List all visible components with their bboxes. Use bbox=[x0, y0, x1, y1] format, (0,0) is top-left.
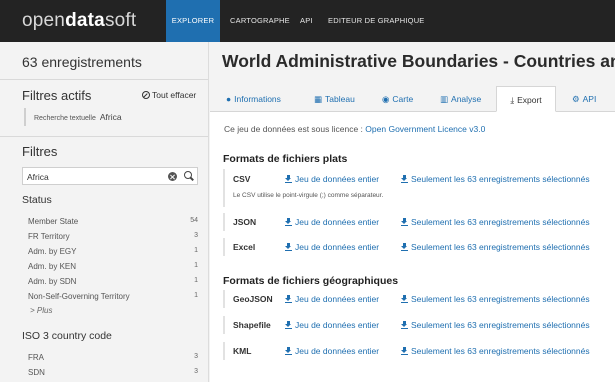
tab-informations[interactable]: ● Informations bbox=[226, 86, 281, 112]
divider bbox=[0, 79, 208, 80]
active-filters-title: Filtres actifs bbox=[22, 88, 92, 103]
download-icon: ⤓ bbox=[510, 95, 515, 105]
facet-item[interactable]: Adm. by EGY 1 bbox=[28, 247, 198, 259]
tab-bar: ● Informations ▦ Tableau ◉ Carte ▥ Analyse ⤓… bbox=[210, 86, 615, 112]
clear-search-icon[interactable] bbox=[168, 172, 177, 181]
page-title: World Administrative Boundaries - Countr… bbox=[222, 51, 615, 71]
brand-logo[interactable]: opendatasoft bbox=[22, 0, 136, 42]
download-icon bbox=[285, 243, 292, 251]
gears-icon: ⚙ bbox=[572, 94, 580, 104]
format-row-csv: CSV Jeu de données entier Seulement les … bbox=[223, 169, 615, 207]
format-label: Excel bbox=[233, 242, 256, 252]
info-icon: ● bbox=[226, 94, 232, 104]
tab-api[interactable]: ⚙ API bbox=[572, 86, 596, 112]
nav-api[interactable]: API bbox=[300, 0, 313, 42]
facet-title-iso3[interactable]: ISO 3 country code bbox=[22, 330, 112, 342]
tab-export[interactable]: ⤓ Export bbox=[496, 86, 556, 112]
full-dataset-link[interactable]: Jeu de données entier bbox=[285, 294, 379, 304]
selected-records-link[interactable]: Seulement les 63 enregistrements sélecti… bbox=[401, 294, 590, 304]
nav-explorer[interactable]: EXPLORER bbox=[166, 0, 220, 42]
facet-more-link[interactable]: > Plus bbox=[30, 306, 52, 315]
nav-editeur-graphique[interactable]: EDITEUR DE GRAPHIQUE bbox=[328, 0, 425, 42]
format-row-json: JSON Jeu de données entier Seulement les… bbox=[223, 213, 615, 231]
records-count: 63 enregistrements bbox=[22, 54, 142, 70]
filter-search-box bbox=[22, 167, 198, 185]
full-dataset-link[interactable]: Jeu de données entier bbox=[285, 174, 379, 184]
download-icon bbox=[285, 295, 292, 303]
format-label: GeoJSON bbox=[233, 294, 273, 304]
download-icon bbox=[401, 295, 408, 303]
download-icon bbox=[285, 218, 292, 226]
top-bar: opendatasoft EXPLORER CARTOGRAPHE API ED… bbox=[0, 0, 615, 42]
download-icon bbox=[401, 218, 408, 226]
active-filter-chip[interactable]: Recherche textuelle Africa bbox=[24, 108, 122, 126]
tab-tableau[interactable]: ▦ Tableau bbox=[314, 86, 355, 112]
selected-records-link[interactable]: Seulement les 63 enregistrements sélecti… bbox=[401, 242, 590, 252]
selected-records-link[interactable]: Seulement les 63 enregistrements sélecti… bbox=[401, 346, 590, 356]
facet-title-status[interactable]: Status bbox=[22, 194, 52, 206]
table-icon: ▦ bbox=[314, 94, 323, 104]
format-label: KML bbox=[233, 346, 252, 356]
facet-item[interactable]: FRA 3 bbox=[28, 353, 198, 365]
format-label: JSON bbox=[233, 217, 257, 227]
bar-chart-icon: ▥ bbox=[440, 94, 449, 104]
licence-link[interactable]: Open Government Licence v3.0 bbox=[365, 124, 485, 134]
full-dataset-link[interactable]: Jeu de données entier bbox=[285, 217, 379, 227]
facet-item[interactable]: Adm. by SDN 1 bbox=[28, 277, 198, 289]
divider bbox=[0, 136, 208, 137]
download-icon bbox=[401, 347, 408, 355]
full-dataset-link[interactable]: Jeu de données entier bbox=[285, 320, 379, 330]
format-row-geojson: GeoJSON Jeu de données entier Seulement … bbox=[223, 290, 615, 308]
globe-icon: ◉ bbox=[382, 94, 390, 104]
facet-item[interactable]: Adm. by KEN 1 bbox=[28, 262, 198, 274]
format-row-excel: Excel Jeu de données entier Seulement le… bbox=[223, 238, 615, 256]
format-row-shapefile: Shapefile Jeu de données entier Seulemen… bbox=[223, 316, 615, 334]
filters-title: Filtres bbox=[22, 144, 58, 159]
clear-circle-icon bbox=[142, 91, 150, 99]
selected-records-link[interactable]: Seulement les 63 enregistrements sélecti… bbox=[401, 174, 590, 184]
full-dataset-link[interactable]: Jeu de données entier bbox=[285, 346, 379, 356]
clear-all-button[interactable]: Tout effacer bbox=[142, 90, 196, 100]
nav-cartographe[interactable]: CARTOGRAPHE bbox=[230, 0, 290, 42]
download-icon bbox=[285, 347, 292, 355]
selected-records-link[interactable]: Seulement les 63 enregistrements sélecti… bbox=[401, 217, 590, 227]
download-icon bbox=[401, 321, 408, 329]
csv-separator-note: Le CSV utilise le point-virgule (;) comm… bbox=[233, 192, 384, 199]
facet-item[interactable]: SDN 3 bbox=[28, 368, 198, 380]
flat-formats-title: Formats de fichiers plats bbox=[223, 153, 348, 165]
facet-item[interactable]: Non-Self-Governing Territory 1 bbox=[28, 292, 198, 304]
licence-line: Ce jeu de données est sous licence : Ope… bbox=[224, 124, 486, 134]
download-icon bbox=[401, 243, 408, 251]
format-label: Shapefile bbox=[233, 320, 271, 330]
export-content: Ce jeu de données est sous licence : Ope… bbox=[210, 112, 615, 382]
search-icon[interactable] bbox=[184, 171, 193, 180]
format-row-kml: KML Jeu de données entier Seulement les … bbox=[223, 342, 615, 360]
full-dataset-link[interactable]: Jeu de données entier bbox=[285, 242, 379, 252]
download-icon bbox=[285, 321, 292, 329]
download-icon bbox=[285, 175, 292, 183]
main-panel: World Administrative Boundaries - Countr… bbox=[210, 42, 615, 382]
format-label: CSV bbox=[233, 174, 251, 184]
geo-formats-title: Formats de fichiers géographiques bbox=[223, 275, 399, 287]
facet-item[interactable]: FR Territory 3 bbox=[28, 232, 198, 244]
filters-sidebar: 63 enregistrements Filtres actifs Tout e… bbox=[0, 42, 209, 382]
filter-search-input[interactable] bbox=[27, 170, 157, 183]
facet-item[interactable]: Member State 54 bbox=[28, 217, 198, 229]
download-icon bbox=[401, 175, 408, 183]
tab-carte[interactable]: ◉ Carte bbox=[382, 86, 413, 112]
selected-records-link[interactable]: Seulement les 63 enregistrements sélecti… bbox=[401, 320, 590, 330]
tab-analyse[interactable]: ▥ Analyse bbox=[440, 86, 481, 112]
